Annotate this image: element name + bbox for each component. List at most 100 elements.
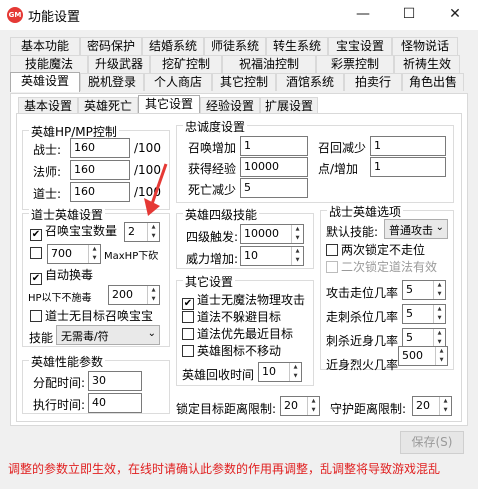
- fire-near-rate-spinner[interactable]: 500 ▲ ▼: [398, 346, 448, 366]
- tab-tabs-row3-2[interactable]: 个人商店: [144, 73, 212, 91]
- exp-gain-label: 获得经验: [188, 162, 237, 176]
- spin-arrows-icon[interactable]: ▲ ▼: [147, 223, 159, 241]
- spin-arrows-icon[interactable]: ▲ ▼: [433, 329, 445, 347]
- checkbox-empty-icon: [30, 310, 42, 322]
- spin-arrows-icon[interactable]: ▲ ▼: [433, 305, 445, 323]
- tab-tabs-row1-6[interactable]: 怪物说话: [392, 37, 458, 55]
- chevron-down-icon: ⌄: [435, 222, 444, 233]
- recall-reduce-label: 召回减少: [318, 141, 367, 155]
- nearest-target-checkbox[interactable]: 道法优先最近目标: [182, 327, 293, 343]
- checkbox-empty-icon: [326, 244, 338, 256]
- tab-tabs-row3-6[interactable]: 角色出售: [402, 73, 464, 91]
- guard-distance-spinner[interactable]: 20 ▲ ▼: [412, 396, 452, 416]
- checkbox-check-icon: ✔: [30, 229, 42, 241]
- save-button[interactable]: 保存(S): [400, 431, 464, 454]
- checkbox-empty-icon: [182, 345, 194, 357]
- icon-fixed-checkbox[interactable]: 英雄图标不移动: [182, 344, 281, 360]
- spin-arrows-icon[interactable]: ▲ ▼: [88, 245, 100, 263]
- attack-move-rate-spinner[interactable]: 5 ▲ ▼: [402, 280, 446, 300]
- summon-count-spinner[interactable]: 2 ▲ ▼: [124, 222, 160, 242]
- maximize-button[interactable]: ☐: [386, 0, 432, 30]
- spin-arrows-icon[interactable]: ▲ ▼: [291, 225, 303, 243]
- no-dodge-checkbox[interactable]: 道法不躲避目标: [182, 310, 281, 326]
- death-reduce-label: 死亡减少: [188, 183, 237, 197]
- mage-hp-input[interactable]: 160: [70, 160, 130, 180]
- mage-hp-label: 法师:: [33, 165, 62, 179]
- taoist-hp-input[interactable]: 160: [70, 182, 130, 202]
- no-target-summon-checkbox[interactable]: 道士无目标召唤宝宝: [30, 309, 153, 325]
- spin-arrows-icon[interactable]: ▲ ▼: [435, 347, 447, 365]
- summon-pet-checkbox[interactable]: ✔ 召唤宝宝数量: [30, 224, 117, 241]
- tab-tabs-row3-4[interactable]: 酒馆系统: [276, 73, 344, 91]
- recall-reduce-input[interactable]: 1: [370, 136, 446, 156]
- minimize-button[interactable]: —: [340, 0, 386, 30]
- tab-tabs-row1-3[interactable]: 师徒系统: [204, 37, 266, 55]
- lock-distance-label: 锁定目标距离限制:: [176, 402, 277, 416]
- spin-arrows-icon[interactable]: ▲ ▼: [289, 363, 301, 381]
- taoist-physical-checkbox[interactable]: ✔ 道士无魔法物理攻击: [182, 293, 305, 310]
- warrior-title: 战士英雄选项: [327, 203, 404, 220]
- thrust-move-rate-label: 走刺杀位几率: [326, 310, 399, 324]
- taoist-skill-select[interactable]: 无需毒/符 ⌄: [56, 325, 160, 345]
- alloc-time-label: 分配时间:: [33, 376, 86, 390]
- tab-tabs-row3-5[interactable]: 拍卖行: [344, 73, 402, 91]
- lock-distance-spinner[interactable]: 20 ▲ ▼: [280, 396, 320, 416]
- default-skill-label: 默认技能:: [326, 225, 379, 239]
- summon-add-label: 召唤增加: [188, 141, 237, 155]
- exec-time-input[interactable]: 40: [88, 393, 142, 413]
- level4-trigger-label: 四级触发:: [186, 230, 239, 244]
- checkbox-empty-icon: [182, 328, 194, 340]
- spin-arrows-icon[interactable]: ▲ ▼: [307, 397, 319, 415]
- fire-near-rate-label: 近身烈火几率: [326, 358, 399, 372]
- double-lock-checkbox[interactable]: 两次锁定不走位: [326, 243, 425, 259]
- spin-arrows-icon[interactable]: ▲ ▼: [439, 397, 451, 415]
- hp-no-poison-label: HP以下不施毒: [28, 293, 92, 304]
- default-skill-select[interactable]: 普通攻击 ⌄: [384, 219, 448, 239]
- arrow-shaft: [150, 163, 168, 205]
- mp-checkbox[interactable]: [30, 246, 45, 262]
- tab-tabs-row2-1[interactable]: 升级武器: [88, 55, 150, 73]
- mp-spinner[interactable]: 700 ▲ ▼: [47, 244, 101, 264]
- tab-tabs-row3-3[interactable]: 其它控制: [212, 73, 276, 91]
- other-title: 其它设置: [183, 273, 236, 290]
- app-icon: GM: [7, 7, 23, 23]
- summon-add-input[interactable]: 1: [240, 136, 308, 156]
- second-lock-checkbox: 二次锁定道法有效: [326, 260, 437, 276]
- tab-tabs-row1-0[interactable]: 基本功能: [10, 37, 80, 55]
- exp-gain-input[interactable]: 10000: [240, 157, 308, 177]
- thrust-move-rate-spinner[interactable]: 5 ▲ ▼: [402, 304, 446, 324]
- checkbox-empty-icon: [182, 311, 194, 323]
- death-reduce-input[interactable]: 5: [240, 178, 308, 198]
- skill-label: 技能: [29, 331, 54, 345]
- subtab-2[interactable]: 其它设置: [138, 95, 200, 115]
- warrior-hp-unit: /100: [134, 141, 161, 155]
- warrior-hp-input[interactable]: 160: [70, 138, 130, 158]
- tab-tabs-row2-3[interactable]: 祝福油控制: [222, 55, 316, 73]
- spin-arrows-icon[interactable]: ▲ ▼: [291, 247, 303, 265]
- tab-tabs-row3-1[interactable]: 脱机登录: [80, 73, 144, 91]
- tab-tabs-row2-0[interactable]: 技能魔法: [10, 55, 88, 73]
- point-add-input[interactable]: 1: [370, 157, 446, 177]
- spin-arrows-icon[interactable]: ▲ ▼: [147, 286, 159, 304]
- point-add-label: 点/增加: [318, 162, 359, 176]
- tab-tabs-row3-0[interactable]: 英雄设置: [10, 72, 80, 92]
- tab-tabs-row2-4[interactable]: 彩票控制: [316, 55, 394, 73]
- level4-trigger-spinner[interactable]: 10000 ▲ ▼: [240, 224, 304, 244]
- auto-poison-checkbox[interactable]: ✔ 自动换毒: [30, 268, 93, 285]
- tab-tabs-row1-1[interactable]: 密码保护: [80, 37, 142, 55]
- recall-time-label: 英雄回收时间: [182, 368, 255, 382]
- power-add-spinner[interactable]: 10 ▲ ▼: [240, 246, 304, 266]
- tab-tabs-row2-5[interactable]: 祈祷生效: [394, 55, 460, 73]
- recall-time-spinner[interactable]: 10 ▲ ▼: [258, 362, 302, 382]
- tab-tabs-row1-5[interactable]: 宝宝设置: [328, 37, 392, 55]
- exec-time-label: 执行时间:: [33, 398, 86, 412]
- thrust-near-rate-spinner[interactable]: 5 ▲ ▼: [402, 328, 446, 348]
- hp-no-poison-spinner[interactable]: 200 ▲ ▼: [108, 285, 160, 305]
- tab-tabs-row2-2[interactable]: 挖矿控制: [150, 55, 222, 73]
- tab-tabs-row1-2[interactable]: 结婚系统: [142, 37, 204, 55]
- close-button[interactable]: ✕: [432, 0, 478, 30]
- red-arrow-icon: [144, 163, 168, 216]
- alloc-time-input[interactable]: 30: [88, 371, 142, 391]
- tab-tabs-row1-4[interactable]: 转生系统: [266, 37, 328, 55]
- spin-arrows-icon[interactable]: ▲ ▼: [433, 281, 445, 299]
